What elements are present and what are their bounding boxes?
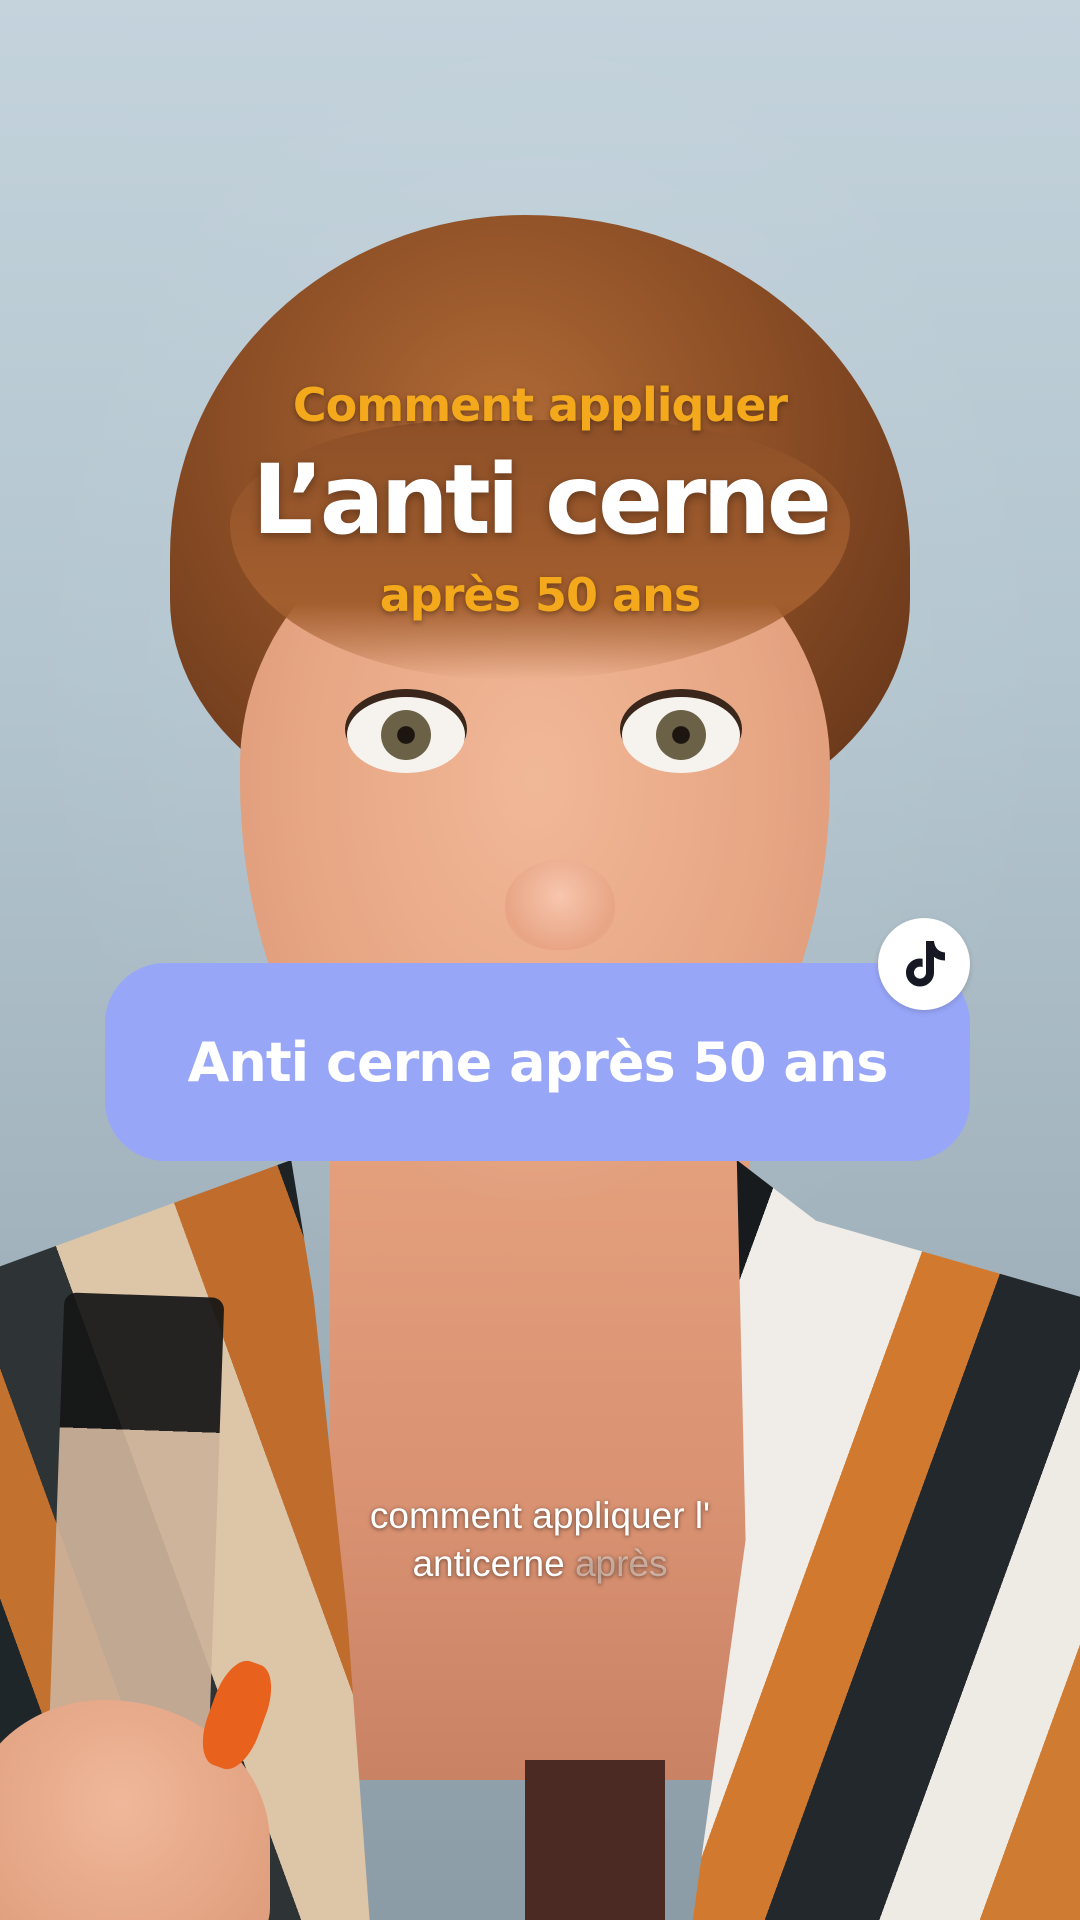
caption-line-2: anticerne après	[0, 1540, 1080, 1588]
title-line-2: L’anti cerne	[252, 444, 832, 556]
banner-title: Anti cerne après 50 ans	[187, 1030, 889, 1094]
presenter-nose	[505, 860, 615, 950]
title-line-3: après 50 ans	[379, 568, 701, 622]
caption-spoken-word: anticerne	[412, 1543, 565, 1584]
tiktok-note-icon	[906, 941, 945, 987]
caption-upcoming-word: après	[574, 1543, 668, 1584]
presenter-right-eye	[622, 697, 740, 773]
video-title-banner[interactable]: Anti cerne après 50 ans	[105, 963, 970, 1161]
presenter-left-eye	[347, 697, 465, 773]
undershirt	[525, 1760, 665, 1920]
caption-line-1: comment appliquer l'	[369, 1495, 711, 1536]
tiktok-logo-icon[interactable]	[878, 918, 970, 1010]
video-screen[interactable]: Comment appliquer L’anti cerne après 50 …	[0, 0, 1080, 1920]
captions: comment appliquer l' anticerne après	[0, 1492, 1080, 1588]
title-overlay: Comment appliquer L’anti cerne après 50 …	[0, 370, 1080, 630]
title-line-1: Comment appliquer	[292, 378, 788, 432]
